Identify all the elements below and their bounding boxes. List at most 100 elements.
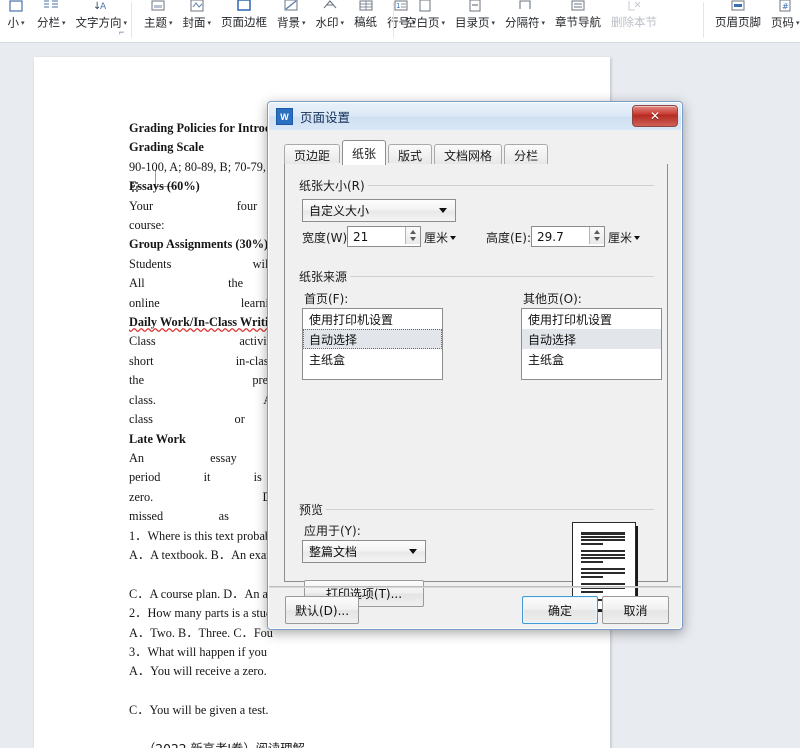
doc-paragraph [129, 721, 584, 740]
cancel-button-label: 取消 [623, 602, 647, 619]
chevron-down-icon: ▾ [169, 20, 173, 27]
group-title-paper-source: 纸张来源 [296, 268, 350, 285]
spin-up-icon [410, 230, 416, 234]
ribbon-group-page-design: 主题▾ 封面▾ 页面边框 背景▾ 水印▾ [139, 0, 421, 42]
list-item[interactable]: 使用打印机设置 [303, 309, 442, 329]
ribbon-label: 分栏 [37, 18, 60, 30]
ribbon-label: 分隔符 [505, 18, 540, 30]
ribbon-button-columns[interactable]: 分栏▾ [32, 0, 71, 42]
page-setup-launcher[interactable]: ⌐ [119, 27, 124, 37]
tab-page-margins[interactable]: 页边距 [284, 144, 340, 165]
dialog-tabs: 页边距 纸张 版式 文档网格 分栏 [284, 141, 550, 165]
dialog-body: 页边距 纸张 版式 文档网格 分栏 纸张大小(R) 自定义大小 宽度(W): 2… [269, 130, 681, 628]
ribbon-label: 目录页 [455, 18, 490, 30]
spin-up-icon [594, 230, 600, 234]
doc-paragraph: 3．What will happen if you [129, 643, 584, 662]
ribbon-button-size[interactable]: 小▾ [0, 0, 32, 42]
header-footer-icon [727, 0, 749, 16]
ribbon-button-watermark[interactable]: 水印▾ [311, 0, 350, 42]
ribbon-button-separator[interactable]: 分隔符▾ [500, 0, 550, 42]
spin-down-icon [594, 237, 600, 241]
default-button[interactable]: 默认(D)... [285, 596, 359, 624]
width-unit-label: 厘米 [424, 231, 448, 245]
list-item[interactable]: 自动选择 [303, 329, 442, 349]
tab-columns[interactable]: 分栏 [504, 144, 548, 165]
tab-label: 纸张 [352, 145, 376, 162]
paper-size-preset-combo[interactable]: 自定义大小 [302, 199, 456, 222]
list-item[interactable]: 使用打印机设置 [522, 309, 661, 329]
text-direction-icon: ↓ A [90, 0, 112, 16]
tab-document-grid[interactable]: 文档网格 [434, 144, 502, 165]
section-nav-icon [567, 0, 589, 16]
manuscript-paper-icon [355, 0, 377, 16]
ribbon-button-section-nav[interactable]: 章节导航 [550, 0, 606, 42]
width-unit-dropdown[interactable]: 厘米 [424, 229, 456, 246]
separator-icon [514, 0, 536, 16]
ribbon-toolbar: 小▾ 分栏▾ ↓ A 文字方向▾ ⌐ [0, 0, 800, 43]
group-title-preview: 预览 [296, 501, 326, 518]
page-setup-dialog[interactable]: W 页面设置 ✕ 页边距 纸张 版式 文档网格 分栏 纸张大小(R) 自定义大小 [267, 101, 683, 630]
svg-text:#: # [782, 2, 789, 11]
ribbon-button-theme[interactable]: 主题▾ [139, 0, 178, 42]
height-spin-buttons[interactable] [589, 227, 604, 244]
dialog-title-bar[interactable]: W 页面设置 ✕ [269, 103, 681, 131]
chevron-down-icon [439, 208, 447, 213]
page-border-icon [233, 0, 255, 16]
columns-icon [40, 0, 62, 16]
list-item-label: 自动选择 [528, 331, 576, 348]
paper-size-preset-value: 自定义大小 [303, 202, 369, 219]
ribbon-button-manuscript-paper[interactable]: 稿纸 [349, 0, 382, 42]
other-pages-listbox[interactable]: 使用打印机设置 自动选择 主纸盒 [521, 308, 662, 380]
word-app-icon: W [276, 108, 293, 125]
close-icon[interactable]: ✕ [632, 105, 678, 127]
width-value: 21 [348, 230, 368, 244]
svg-text:A: A [100, 2, 107, 12]
ribbon-button-cover[interactable]: 封面▾ [178, 0, 217, 42]
ribbon-button-delete-section: 删除本节 [606, 0, 662, 42]
doc-heading-cn: （2022·新高考Ⅰ卷）阅读理解 [143, 740, 584, 748]
dialog-title: 页面设置 [300, 107, 350, 126]
doc-paragraph: C．You will be given a test. [129, 701, 584, 720]
ribbon-button-toc-page[interactable]: 目录页▾ [450, 0, 500, 42]
ok-button[interactable]: 确定 [522, 596, 598, 624]
chevron-down-icon: ▾ [341, 20, 345, 27]
ribbon-button-blank-page[interactable]: 空白页▾ [400, 0, 450, 42]
tab-label: 文档网格 [444, 147, 492, 164]
ribbon-label: 小 [7, 18, 19, 30]
spin-down-icon [410, 237, 416, 241]
ribbon-label: 删除本节 [611, 17, 657, 29]
ribbon-label: 背景 [277, 18, 300, 30]
list-item[interactable]: 主纸盒 [522, 349, 661, 369]
height-unit-dropdown[interactable]: 厘米 [608, 229, 640, 246]
ribbon-button-page-border[interactable]: 页面边框 [216, 0, 272, 42]
cover-page-icon [186, 0, 208, 16]
height-stepper[interactable]: 29.7 [531, 226, 605, 247]
ribbon-label: 水印 [316, 18, 339, 30]
blank-page-icon [414, 0, 436, 16]
cancel-button[interactable]: 取消 [602, 596, 669, 624]
ribbon-label: 文字方向 [76, 18, 122, 30]
toc-page-icon [464, 0, 486, 16]
tab-paper[interactable]: 纸张 [342, 140, 386, 165]
delete-section-icon [623, 0, 645, 16]
list-item[interactable]: 自动选择 [522, 329, 661, 349]
ribbon-group-page-setup: 小▾ 分栏▾ ↓ A 文字方向▾ ⌐ [0, 0, 132, 42]
ribbon-label: 页眉页脚 [715, 17, 761, 29]
tab-label: 页边距 [294, 147, 330, 164]
chevron-down-icon [409, 549, 417, 554]
first-page-listbox[interactable]: 使用打印机设置 自动选择 主纸盒 [302, 308, 443, 380]
height-unit-label: 厘米 [608, 231, 632, 245]
ok-button-label: 确定 [548, 602, 572, 619]
apply-to-combo[interactable]: 整篇文档 [302, 540, 426, 563]
group-paper-size: 纸张大小(R) 自定义大小 宽度(W): 21 厘米 高度(E): 29.7 厘… [296, 185, 654, 247]
doc-paragraph [129, 682, 584, 701]
tab-layout[interactable]: 版式 [388, 144, 432, 165]
width-stepper[interactable]: 21 [347, 226, 421, 247]
ribbon-button-background[interactable]: 背景▾ [272, 0, 311, 42]
chevron-down-icon: ▾ [124, 20, 128, 27]
width-spin-buttons[interactable] [405, 227, 420, 244]
ribbon-button-header-footer[interactable]: 页眉页脚 [710, 0, 766, 42]
ribbon-button-page-number[interactable]: # 页码▾ [766, 0, 800, 42]
list-item[interactable]: 主纸盒 [303, 349, 442, 369]
ribbon-divider [703, 2, 704, 38]
